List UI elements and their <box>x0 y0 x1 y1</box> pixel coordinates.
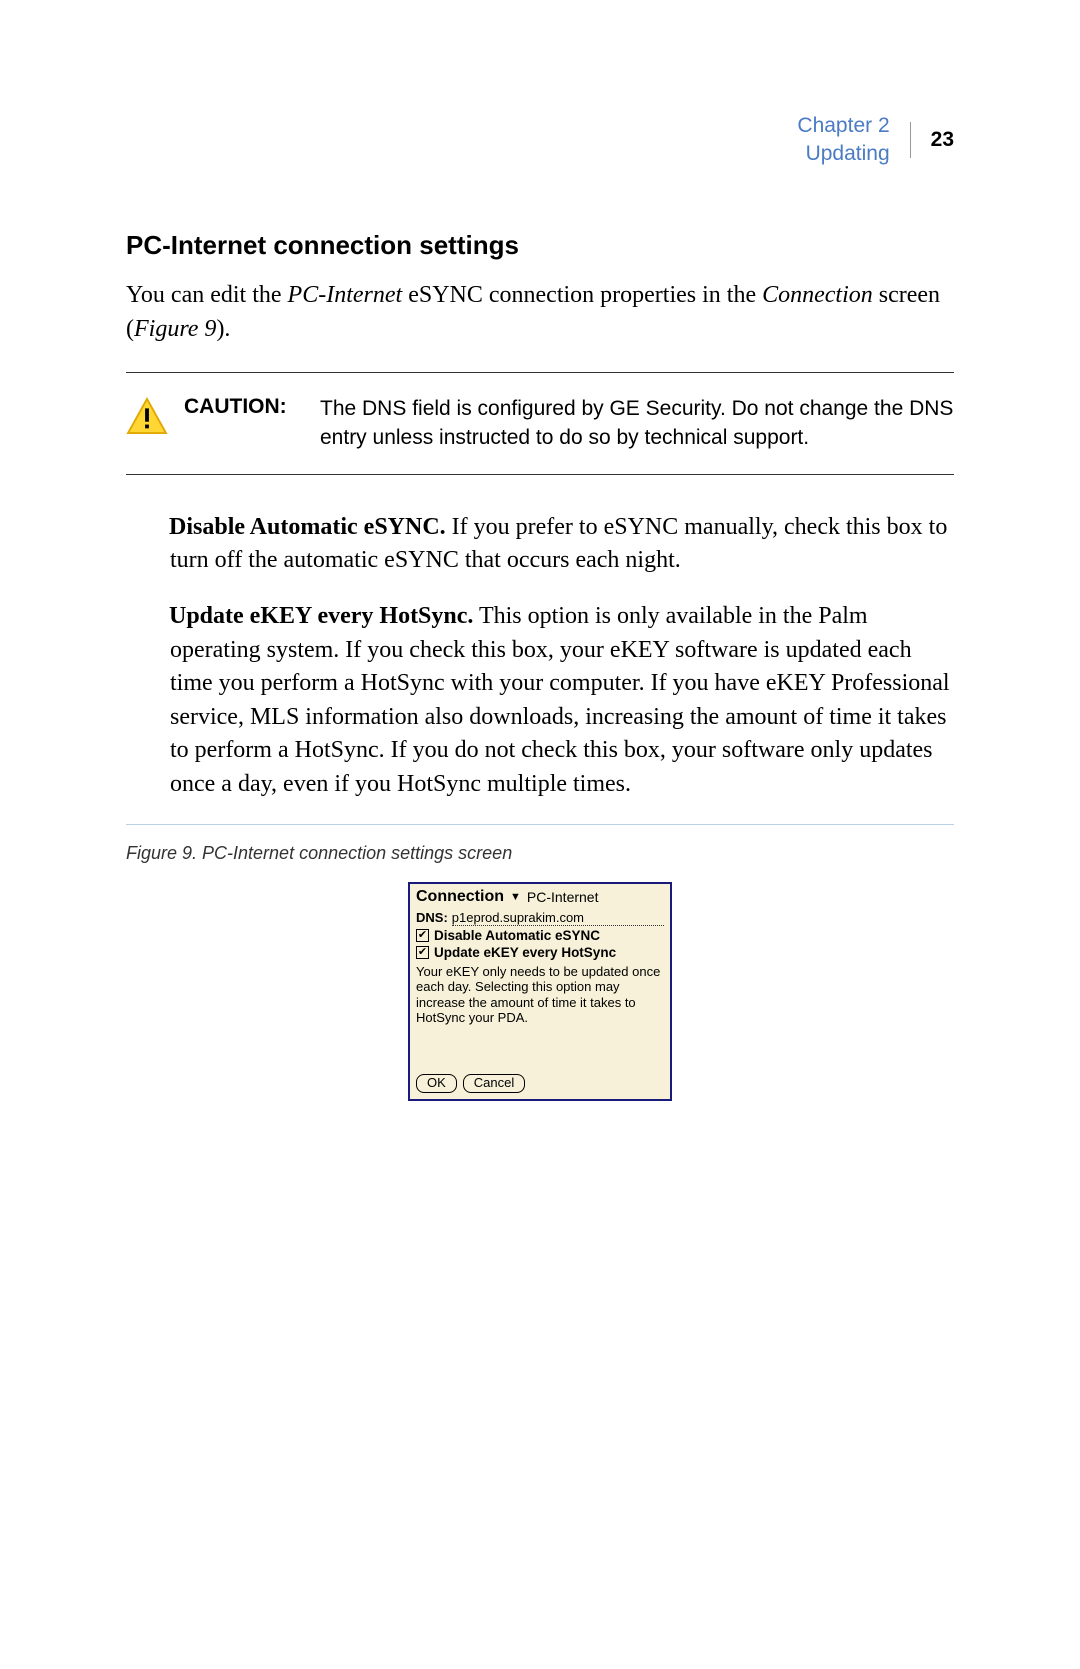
chapter-label: Chapter 2 <box>797 112 889 140</box>
dns-row: DNS: p1eprod.suprakim.com <box>416 910 664 926</box>
intro-paragraph: You can edit the PC-Internet eSYNC conne… <box>126 279 954 346</box>
figure-caption: Figure 9. PC-Internet connection setting… <box>126 843 954 864</box>
update-ekey-row[interactable]: ✔ Update eKEY every HotSync <box>416 945 664 960</box>
intro-italic-3: Figure 9 <box>134 316 216 342</box>
intro-italic-1: PC-Internet <box>288 282 403 308</box>
cancel-button[interactable]: Cancel <box>463 1074 525 1093</box>
page-header: Chapter 2 Updating 23 <box>797 112 954 169</box>
ok-button[interactable]: OK <box>416 1074 457 1093</box>
connection-dropdown-value[interactable]: PC-Internet <box>527 889 599 905</box>
divider <box>126 824 954 825</box>
palm-title: Connection <box>416 888 504 906</box>
dns-input[interactable]: p1eprod.suprakim.com <box>452 910 664 926</box>
checkbox-icon[interactable]: ✔ <box>416 929 429 942</box>
disable-esync-label: Disable Automatic eSYNC <box>434 928 600 943</box>
caution-text: The DNS field is configured by GE Securi… <box>320 395 954 452</box>
figure-wrap: Connection ▼ PC-Internet DNS: p1eprod.su… <box>126 882 954 1101</box>
main-content: PC-Internet connection settings You can … <box>126 230 954 1101</box>
section-label: Updating <box>797 140 889 168</box>
page-number: 23 <box>910 122 954 158</box>
disable-esync-row[interactable]: ✔ Disable Automatic eSYNC <box>416 928 664 943</box>
option-body: This option is only available in the Pal… <box>170 603 950 797</box>
option-update-ekey: Update eKEY every HotSync. This option i… <box>170 600 954 802</box>
option-lead: Disable Automatic eSYNC. <box>169 514 446 540</box>
option-disable-esync: Disable Automatic eSYNC. If you prefer t… <box>170 511 954 578</box>
palm-title-row: Connection ▼ PC-Internet <box>416 888 664 906</box>
update-ekey-label: Update eKEY every HotSync <box>434 945 616 960</box>
checkbox-icon[interactable]: ✔ <box>416 946 429 959</box>
option-list: Disable Automatic eSYNC. If you prefer t… <box>126 511 954 802</box>
intro-text-2: eSYNC connection properties in the <box>402 282 762 308</box>
chapter-info: Chapter 2 Updating <box>797 112 889 169</box>
section-heading: PC-Internet connection settings <box>126 230 954 261</box>
dns-label: DNS: <box>416 910 448 925</box>
palm-screen: Connection ▼ PC-Internet DNS: p1eprod.su… <box>408 882 672 1101</box>
chevron-down-icon[interactable]: ▼ <box>510 891 521 903</box>
button-row: OK Cancel <box>416 1074 664 1093</box>
intro-text-4: ). <box>216 316 230 342</box>
option-lead: Update eKEY every HotSync. <box>169 603 473 629</box>
intro-italic-2: Connection <box>762 282 873 308</box>
intro-text-1: You can edit the <box>126 282 288 308</box>
caution-box: CAUTION: The DNS field is configured by … <box>126 372 954 475</box>
warning-icon <box>126 397 168 435</box>
caution-label: CAUTION: <box>184 395 304 419</box>
help-text: Your eKEY only needs to be updated once … <box>416 964 664 1026</box>
